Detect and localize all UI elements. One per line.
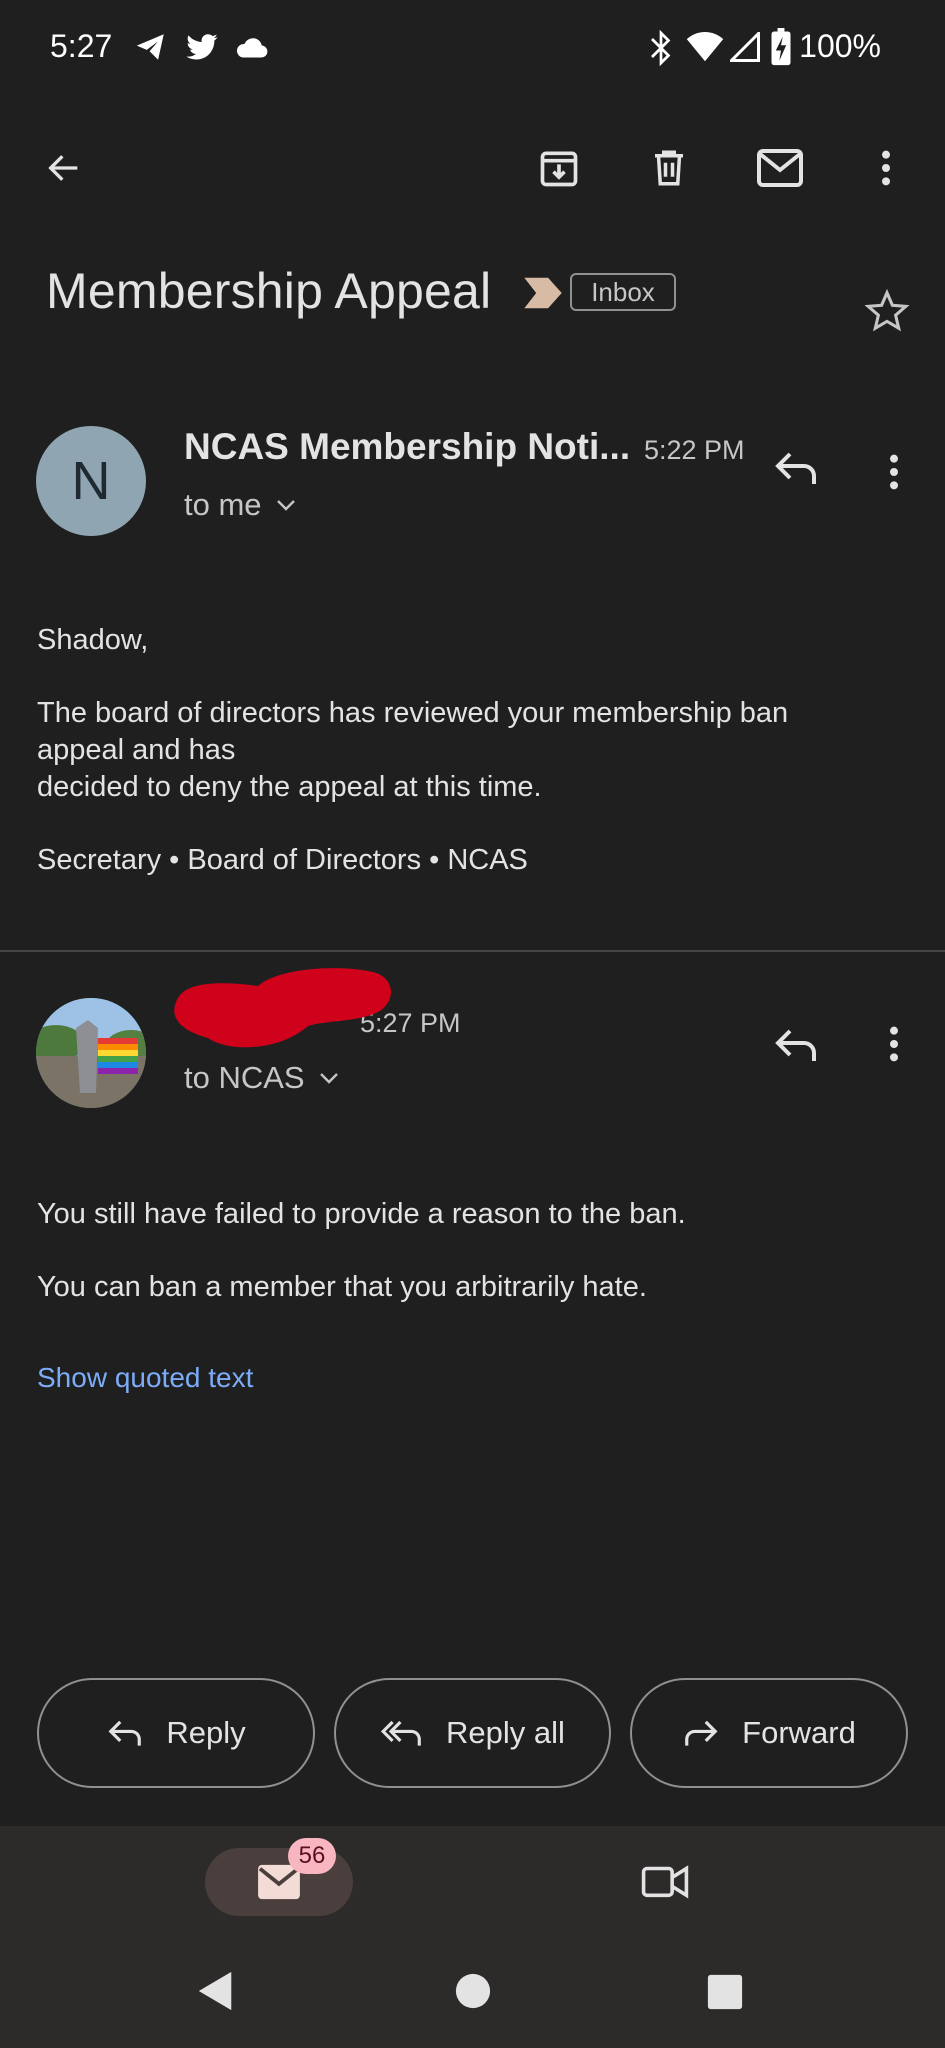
forward-button[interactable]: Forward xyxy=(630,1678,908,1788)
recipient-label: to me xyxy=(184,487,262,522)
nav-meet-tab[interactable] xyxy=(640,1860,690,1902)
user-avatar[interactable] xyxy=(36,998,146,1108)
star-icon[interactable] xyxy=(864,288,910,334)
sender-redaction xyxy=(168,960,398,1060)
recipient-label: to NCAS xyxy=(184,1060,305,1095)
reply-button[interactable]: Reply xyxy=(37,1678,315,1788)
system-home-icon[interactable] xyxy=(455,1973,491,2009)
message-body-line: appeal and has xyxy=(37,734,236,766)
reply-label: Reply xyxy=(166,1715,246,1750)
delete-icon[interactable] xyxy=(641,140,697,196)
show-quoted-text-link[interactable]: Show quoted text xyxy=(37,1362,253,1394)
reply-icon xyxy=(106,1717,144,1749)
system-recents-icon[interactable] xyxy=(707,1974,743,2010)
bluetooth-icon xyxy=(648,30,674,66)
reply-icon[interactable] xyxy=(772,1025,820,1065)
reply-icon[interactable] xyxy=(772,448,820,488)
reply-all-label: Reply all xyxy=(446,1715,565,1750)
message-body-line: decided to deny the appeal at this time. xyxy=(37,771,542,803)
recipient-toggle[interactable]: to NCAS xyxy=(184,1060,341,1096)
archive-icon[interactable] xyxy=(531,140,587,196)
mark-unread-icon[interactable] xyxy=(752,140,808,196)
message-more-icon[interactable] xyxy=(888,1024,900,1064)
battery-charging-icon xyxy=(770,28,792,66)
status-time: 5:27 xyxy=(50,28,113,64)
sender-avatar[interactable]: N xyxy=(36,426,146,536)
more-vert-icon[interactable] xyxy=(858,140,914,196)
telegram-icon xyxy=(132,30,170,64)
unread-count-badge: 56 xyxy=(288,1838,336,1874)
message-body-line: The board of directors has reviewed your… xyxy=(37,697,789,729)
message-body-line: You still have failed to provide a reaso… xyxy=(37,1198,686,1230)
reply-all-icon xyxy=(380,1717,424,1749)
bottom-navigation xyxy=(0,1826,945,2048)
message-body-line: Shadow, xyxy=(37,624,149,656)
email-subject: Membership Appeal xyxy=(46,263,492,319)
message-signature: Secretary • Board of Directors • NCAS xyxy=(37,844,528,876)
message-more-icon[interactable] xyxy=(888,452,900,492)
chevron-down-icon xyxy=(317,1070,341,1086)
back-arrow-icon[interactable] xyxy=(36,140,92,196)
message-time: 5:22 PM xyxy=(644,435,745,465)
message-body-line: You can ban a member that you arbitraril… xyxy=(37,1271,647,1303)
recipient-toggle[interactable]: to me xyxy=(184,487,298,523)
forward-icon xyxy=(682,1717,720,1749)
wifi-icon xyxy=(686,30,724,64)
forward-label: Forward xyxy=(742,1715,856,1750)
label-chip-inbox[interactable]: Inbox xyxy=(570,273,676,311)
importance-marker-icon[interactable] xyxy=(522,276,564,310)
twitter-icon xyxy=(183,30,221,64)
signal-icon xyxy=(730,32,760,62)
message-divider xyxy=(0,950,945,952)
cloud-icon xyxy=(234,32,270,62)
reply-all-button[interactable]: Reply all xyxy=(334,1678,611,1788)
chevron-down-icon xyxy=(274,497,298,513)
sender-name[interactable]: NCAS Membership Noti... xyxy=(184,426,630,468)
battery-percent: 100% xyxy=(799,28,881,64)
video-camera-icon xyxy=(640,1860,690,1902)
system-back-icon[interactable] xyxy=(196,1970,236,2012)
